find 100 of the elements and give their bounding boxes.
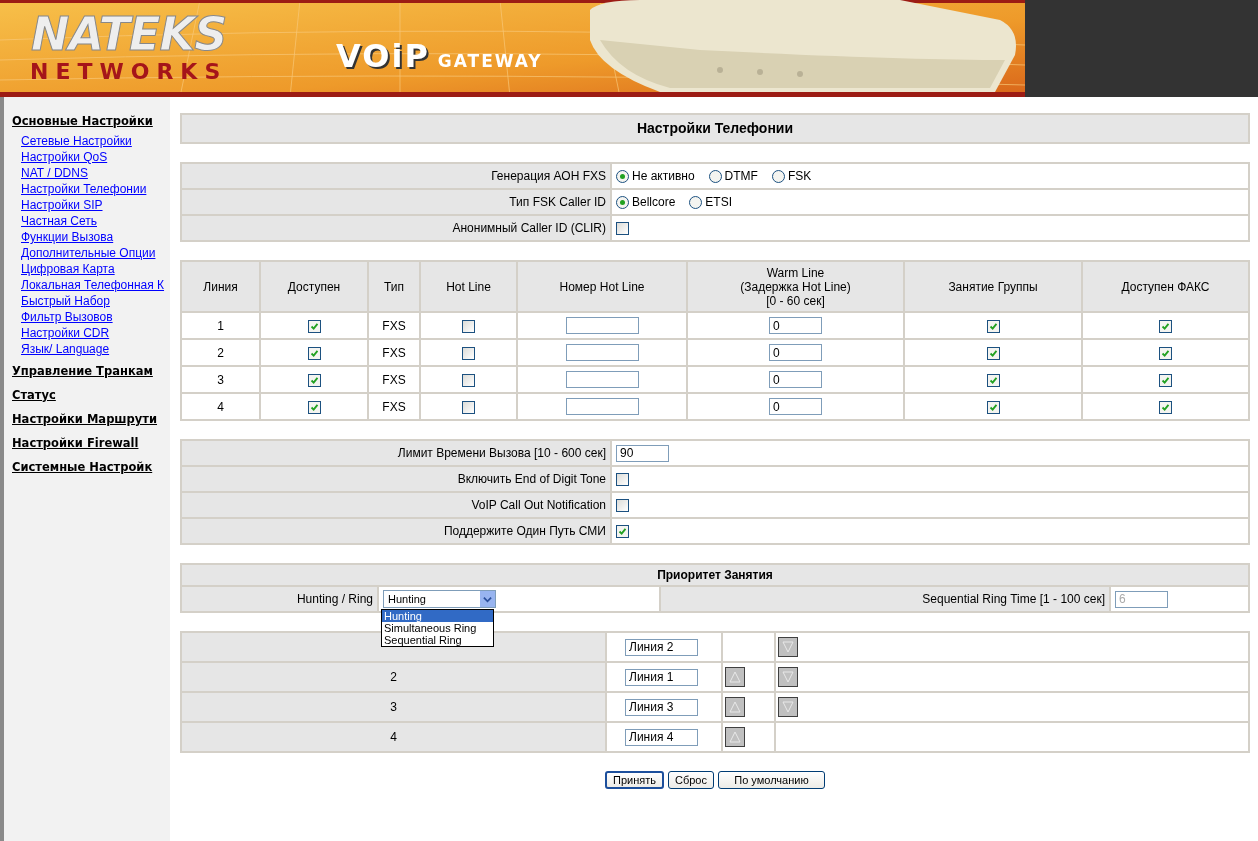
checkbox[interactable]	[462, 400, 475, 414]
sidebar-section-link[interactable]: Основные Настройки	[12, 113, 153, 129]
checkbox[interactable]	[616, 499, 629, 513]
sidebar-link[interactable]: Локальная Телефонная К	[21, 278, 170, 292]
sidebar-link[interactable]: Сетевые Настройки	[21, 134, 170, 148]
form-button[interactable]: По умолчанию	[717, 771, 825, 789]
sidebar-section-link[interactable]: Настройки Маршрути	[12, 411, 158, 427]
checkbox[interactable]	[616, 222, 629, 236]
checkbox[interactable]	[1159, 373, 1172, 387]
move-down-button[interactable]	[778, 667, 798, 687]
section-title: Приоритет Занятия	[657, 568, 773, 582]
field-label: Sequential Ring Time [1 - 100 сек]	[922, 592, 1105, 606]
sidebar-link[interactable]: NAT / DDNS	[21, 166, 170, 180]
form-button[interactable]: Сброс	[668, 771, 714, 789]
checkbox[interactable]	[616, 525, 629, 539]
input-field[interactable]: Линия 4	[625, 728, 698, 746]
sidebar-section-link[interactable]: Управление Транкам	[12, 363, 153, 379]
checkbox[interactable]	[616, 473, 629, 487]
triangle-up-icon	[728, 730, 742, 744]
dropdown-option[interactable]: Simultaneous Ring	[382, 622, 493, 634]
radio-label: Не активно	[632, 169, 695, 183]
input-field[interactable]: 0	[769, 398, 822, 415]
column-header: Доступен ФАКС	[1121, 279, 1210, 294]
table-cell: FXS	[382, 318, 406, 333]
triangle-up-icon	[728, 670, 742, 684]
input-field[interactable]	[565, 317, 639, 334]
sidebar-link[interactable]: Частная Сеть	[21, 214, 170, 228]
chevron-down-icon	[483, 594, 492, 604]
checkbox[interactable]	[462, 319, 475, 333]
input-field[interactable]	[565, 344, 639, 361]
triangle-up-icon	[728, 700, 742, 714]
input-field[interactable]	[565, 398, 639, 415]
dropdown-option[interactable]: Hunting	[382, 610, 493, 622]
input-field[interactable]: Линия 1	[625, 668, 698, 686]
sidebar-link[interactable]: Цифровая Карта	[21, 262, 170, 276]
checkbox[interactable]	[462, 373, 475, 387]
checkbox[interactable]	[1159, 400, 1172, 414]
sidebar-link[interactable]: Настройки QoS	[21, 150, 170, 164]
radio-label: DTMF	[724, 169, 758, 183]
column-header: Линия	[203, 279, 238, 294]
dropdown[interactable]: Hunting	[383, 590, 496, 608]
checkbox[interactable]	[307, 373, 321, 387]
column-header: Доступен	[287, 279, 341, 294]
radio-button[interactable]	[616, 169, 629, 183]
checkbox[interactable]	[307, 400, 321, 414]
sidebar-section-link[interactable]: Статус	[12, 387, 56, 403]
table-cell: 4	[217, 399, 224, 414]
column-header: Занятие Группы	[948, 279, 1038, 294]
move-up-button[interactable]	[725, 697, 745, 717]
radio-button[interactable]	[689, 195, 703, 209]
column-header: Номер Hot Line	[559, 279, 645, 294]
checkbox[interactable]	[986, 319, 1000, 333]
input-field[interactable]: Линия 2	[625, 638, 698, 656]
form-button[interactable]: Принять	[605, 771, 664, 789]
move-up-button[interactable]	[725, 727, 745, 747]
radio-button[interactable]	[708, 169, 722, 183]
checkbox[interactable]	[986, 346, 1000, 360]
triangle-down-icon	[781, 640, 795, 654]
checkbox[interactable]	[462, 346, 475, 360]
sidebar-link[interactable]: Настройки SIP	[21, 198, 170, 212]
move-down-button[interactable]	[778, 697, 798, 717]
sidebar-link[interactable]: Настройки Телефонии	[21, 182, 170, 196]
field-label: Анонимный Caller ID (CLIR)	[452, 221, 606, 235]
checkbox[interactable]	[986, 373, 1000, 387]
radio-button[interactable]	[771, 169, 785, 183]
row-number: 2	[390, 670, 397, 684]
dropdown-option[interactable]: Sequential Ring	[382, 634, 493, 646]
field-label: Тип FSK Caller ID	[509, 195, 606, 209]
move-down-button[interactable]	[778, 637, 798, 657]
sidebar-link[interactable]: Язык/ Language	[21, 342, 170, 356]
checkbox[interactable]	[986, 400, 1000, 414]
product-subtitle: GATEWAY	[437, 51, 543, 71]
move-up-button[interactable]	[725, 667, 745, 687]
checkbox[interactable]	[307, 319, 321, 333]
sidebar-link[interactable]: Дополнительные Опции	[21, 246, 170, 260]
sidebar-section-link[interactable]: Настройки Firewall	[12, 435, 139, 451]
radio-label: ETSI	[705, 195, 733, 209]
field-label: Генерация АОН FXS	[491, 169, 606, 183]
input-field[interactable]: 90	[616, 444, 669, 462]
table-cell: FXS	[382, 372, 406, 387]
column-header: Hot Line	[446, 279, 491, 294]
input-field[interactable]: 0	[769, 371, 822, 388]
triangle-down-icon	[781, 670, 795, 684]
input-field[interactable]	[565, 371, 639, 388]
sidebar-section-link[interactable]: Системные Настройк	[12, 459, 153, 475]
checkbox[interactable]	[1159, 319, 1172, 333]
input-field[interactable]: Линия 3	[625, 698, 698, 716]
input-field[interactable]: 0	[769, 317, 822, 334]
field-label: Поддержите Один Путь СМИ	[443, 524, 606, 538]
sidebar-link[interactable]: Быстрый Набор	[21, 294, 170, 308]
row-number: 4	[390, 730, 397, 744]
field-label: Включить End of Digit Tone	[457, 472, 606, 486]
sidebar-link[interactable]: Функции Вызова	[21, 230, 170, 244]
sidebar-link[interactable]: Фильтр Вызовов	[21, 310, 170, 324]
radio-button[interactable]	[616, 195, 629, 209]
table-cell: FXS	[382, 399, 406, 414]
checkbox[interactable]	[307, 346, 321, 360]
input-field[interactable]: 0	[769, 344, 822, 361]
sidebar-link[interactable]: Настройки CDR	[21, 326, 170, 340]
checkbox[interactable]	[1159, 346, 1172, 360]
